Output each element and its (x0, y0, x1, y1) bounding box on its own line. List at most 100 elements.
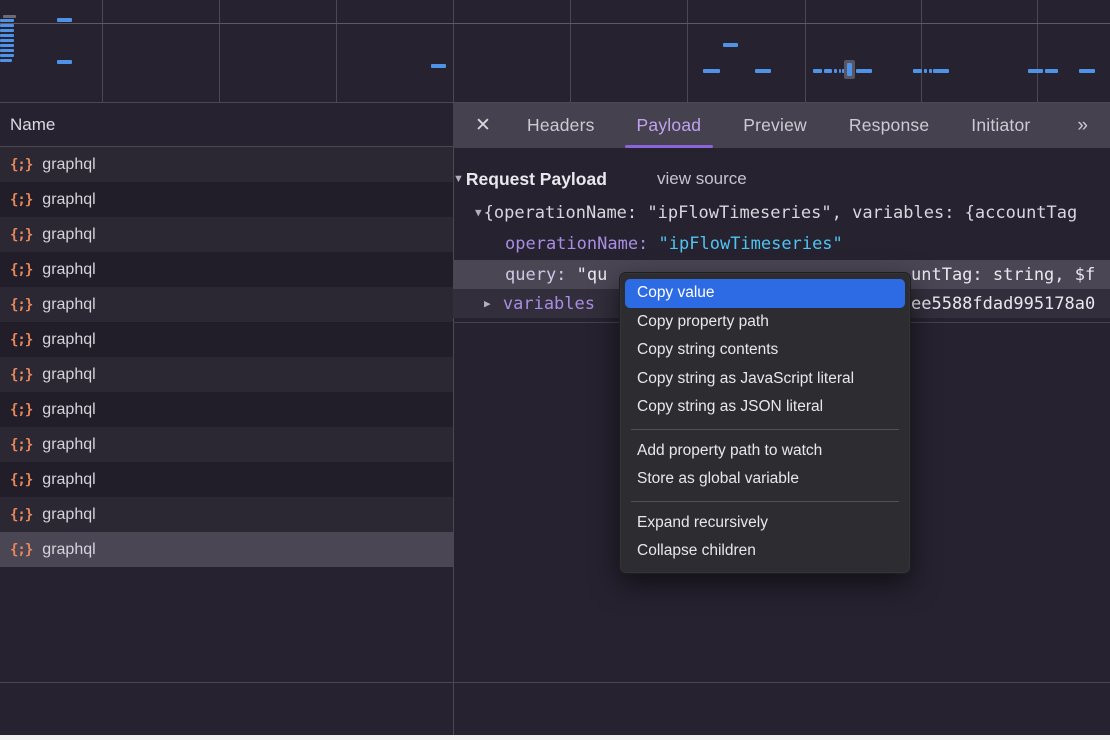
request-row[interactable]: {;}graphql (0, 252, 453, 287)
request-name: graphql (42, 296, 95, 314)
request-name: graphql (42, 541, 95, 559)
devtools-window: Name {;}graphql{;}graphql{;}graphql{;}gr… (0, 0, 1110, 740)
request-name: graphql (42, 366, 95, 384)
menu-item-store-as-global-variable[interactable]: Store as global variable (620, 465, 910, 494)
property-key: variables (503, 294, 595, 314)
expand-triangle-icon[interactable]: ▼ (475, 206, 482, 219)
operation-name-row[interactable]: operationName: "ipFlowTimeseries" (453, 229, 1110, 258)
json-braces-icon: {;} (10, 227, 32, 243)
json-braces-icon: {;} (10, 192, 32, 208)
tab-payload[interactable]: Payload (623, 103, 716, 148)
request-row[interactable]: {;} graphql (0, 357, 453, 392)
waterfall-bar (856, 69, 872, 73)
waterfall-bar (0, 59, 12, 62)
tab-preview[interactable]: Preview (729, 103, 821, 148)
property-value-right: untTag: string, $f (911, 260, 1095, 289)
waterfall-bar (431, 64, 446, 68)
request-row[interactable]: {;}graphql (0, 287, 453, 322)
menu-item-copy-string-as-javascript-literal[interactable]: Copy string as JavaScript literal (620, 365, 910, 394)
payload-summary-row[interactable]: ▼ {operationName: "ipFlowTimeseries", va… (453, 198, 1110, 227)
close-icon: ✕ (475, 115, 491, 136)
request-row[interactable]: {;} graphql (0, 427, 453, 462)
overview-gridline (219, 0, 220, 103)
request-name: graphql (42, 436, 95, 454)
request-row[interactable]: {;} graphql (0, 532, 453, 567)
overview-gridline (805, 0, 806, 103)
waterfall-bar (834, 69, 837, 73)
request-list: {;} graphql {;} graphql {;} graphql {;} graphql… (0, 147, 453, 567)
waterfall-bar (913, 69, 922, 73)
overview-midline (0, 23, 1110, 24)
menu-item-copy-string-as-json-literal[interactable]: Copy string as JSON literal (620, 393, 910, 422)
json-braces-icon: {;} (10, 437, 32, 453)
waterfall-bar (703, 69, 720, 73)
request-row[interactable]: {;}graphql (0, 147, 453, 182)
menu-item-copy-string-contents[interactable]: Copy string contents (620, 336, 910, 365)
details-tabbar: ✕ Headers Payload Preview Response Initiator… (453, 103, 1110, 148)
request-name: graphql (42, 401, 95, 419)
overview-gridline (570, 0, 571, 103)
waterfall-bar (0, 29, 14, 32)
tab-headers[interactable]: Headers (513, 103, 609, 148)
tab-response[interactable]: Response (835, 103, 943, 148)
waterfall-bar (929, 69, 932, 73)
name-column-label: Name (10, 115, 55, 135)
menu-item-expand-recursively[interactable]: Expand recursively (620, 509, 910, 538)
details-tabs: Headers Payload Preview Response Initiator (513, 103, 1044, 148)
overview-gridline (921, 0, 922, 103)
request-row[interactable]: {;}graphql (0, 497, 453, 532)
more-tabs-button[interactable]: » (1077, 115, 1086, 137)
property-value-right: ee5588fdad995178a0 (911, 289, 1095, 318)
context-menu: Copy valueCopy property pathCopy string … (619, 272, 911, 574)
waterfall-bar (723, 43, 738, 47)
waterfall-bar (813, 69, 822, 73)
tab-initiator[interactable]: Initiator (957, 103, 1044, 148)
section-collapse-triangle-icon[interactable]: ▼ (453, 173, 464, 185)
request-row[interactable]: {;} graphql (0, 462, 453, 497)
request-name: graphql (42, 226, 95, 244)
waterfall-bar (0, 54, 14, 57)
waterfall-bar (755, 69, 771, 73)
overview-gridline (102, 0, 103, 103)
request-row[interactable]: {;} graphql (0, 217, 453, 252)
json-braces-icon: {;} (10, 472, 32, 488)
menu-item-add-property-path-to-watch[interactable]: Add property path to watch (620, 437, 910, 466)
overview-gridline (687, 0, 688, 103)
request-name: graphql (42, 471, 95, 489)
collapsed-triangle-icon[interactable]: ▶ (484, 297, 491, 310)
waterfall-bar (0, 34, 14, 37)
request-row[interactable]: {;} graphql (0, 392, 453, 427)
waterfall-bar (3, 15, 16, 18)
waterfall-bar (839, 69, 841, 73)
request-name: graphql (42, 191, 95, 209)
menu-item-copy-value[interactable]: Copy value (625, 279, 905, 308)
close-details-button[interactable]: ✕ (471, 114, 495, 137)
waterfall-bar (0, 49, 14, 52)
selected-request-tick (847, 63, 852, 76)
waterfall-bar (0, 39, 14, 42)
json-braces-icon: {;} (10, 157, 32, 173)
view-source-link[interactable]: view source (657, 169, 747, 189)
waterfall-bar (0, 44, 14, 47)
property-key: operationName: (505, 234, 648, 254)
menu-divider (631, 429, 899, 430)
footer-divider (0, 682, 1110, 683)
menu-item-collapse-children[interactable]: Collapse children (620, 537, 910, 566)
request-row[interactable]: {;}graphql (0, 322, 453, 357)
overview-gridline (453, 0, 454, 103)
waterfall-bar (1079, 69, 1095, 73)
request-row[interactable]: {;} graphql (0, 182, 453, 217)
property-value: "ipFlowTimeseries" (659, 234, 843, 254)
waterfall-bar (933, 69, 949, 73)
menu-item-copy-property-path[interactable]: Copy property path (620, 308, 910, 337)
json-braces-icon: {;} (10, 402, 32, 418)
network-overview[interactable] (0, 0, 1110, 103)
json-braces-icon: {;} (10, 367, 32, 383)
json-braces-icon: {;} (10, 542, 32, 558)
overview-gridline (336, 0, 337, 103)
name-column-header[interactable]: Name (0, 104, 453, 147)
waterfall-bar (57, 60, 72, 64)
payload-summary-text: {operationName: "ipFlowTimeseries", vari… (484, 203, 1078, 223)
chevron-double-right-icon: » (1077, 115, 1086, 136)
request-name: graphql (42, 506, 95, 524)
